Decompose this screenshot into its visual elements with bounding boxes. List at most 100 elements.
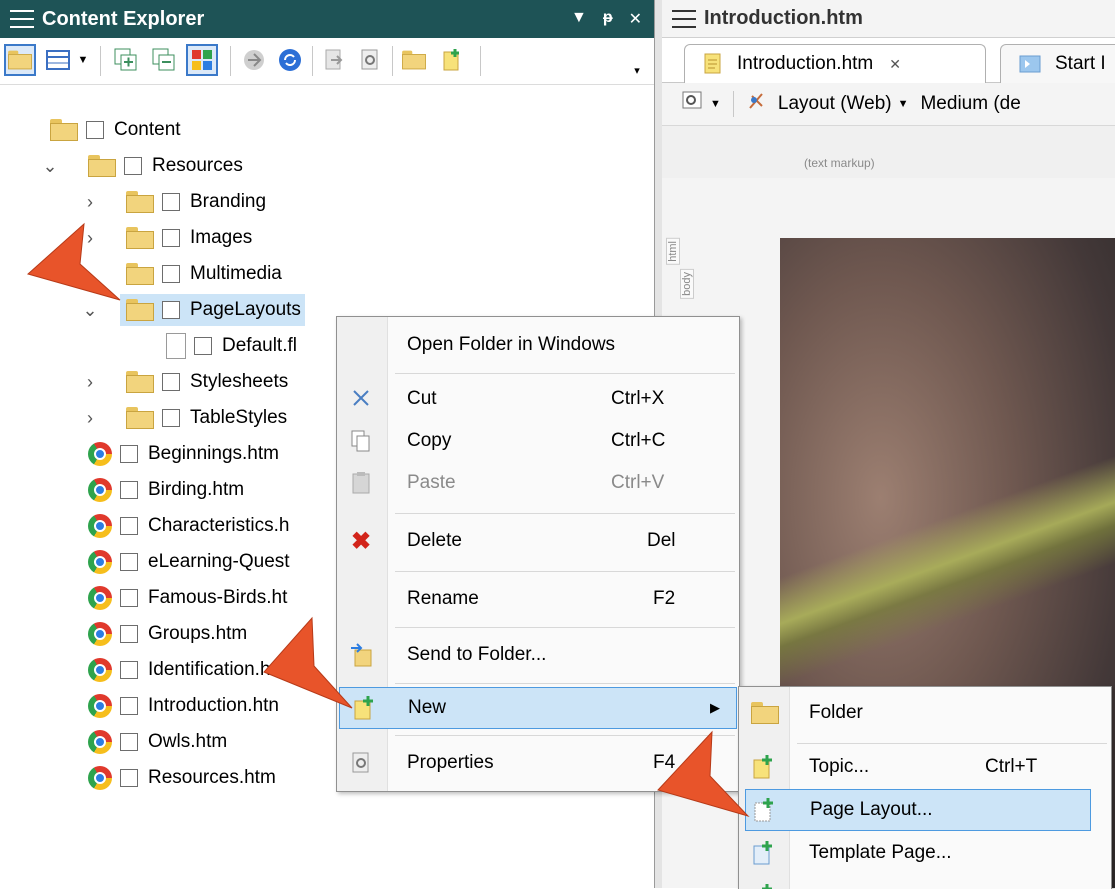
checkbox[interactable] <box>124 157 142 175</box>
tree-item-resources-htm[interactable]: Resources.htm <box>88 760 276 796</box>
structure-bar[interactable]: html body <box>666 238 694 299</box>
checkbox[interactable] <box>162 409 180 427</box>
new-topic-button[interactable] <box>438 46 466 74</box>
checkbox[interactable] <box>162 229 180 247</box>
submenu-item-partial[interactable] <box>739 877 1111 889</box>
sync-button[interactable] <box>276 46 304 74</box>
tree-item-default-fl[interactable]: Default.fl <box>166 328 297 364</box>
checkbox[interactable] <box>194 337 212 355</box>
menu-item-rename[interactable]: Rename F2 <box>337 579 739 619</box>
tree-item-branding[interactable]: › Branding <box>80 184 266 220</box>
tree-item-identification[interactable]: Identification.ht <box>88 652 276 688</box>
menu-item-paste[interactable]: Paste Ctrl+V <box>337 463 739 503</box>
tree-item-owls[interactable]: Owls.htm <box>88 724 227 760</box>
new-folder-icon <box>751 701 779 725</box>
view-dropdown-button[interactable]: ▼ <box>76 46 90 74</box>
tree-item-label: Content <box>114 119 181 140</box>
chrome-icon <box>88 766 112 790</box>
dropdown-arrow-icon[interactable]: ▼ <box>571 9 587 29</box>
menu-item-cut[interactable]: Cut Ctrl+X <box>337 379 739 419</box>
callout-arrow-page-layout <box>657 730 750 817</box>
menu-item-open-folder[interactable]: Open Folder in Windows <box>337 325 739 365</box>
menu-item-delete[interactable]: ✖ Delete Del <box>337 521 739 561</box>
body-tag-label[interactable]: body <box>680 268 694 299</box>
checkbox[interactable] <box>162 373 180 391</box>
tab-close-icon[interactable]: ✕ <box>889 56 901 73</box>
tree-item-label: Identification.ht <box>148 659 276 680</box>
hamburger-menu-icon[interactable] <box>672 9 696 28</box>
grid-icon <box>192 50 212 70</box>
new-page-layout-icon <box>752 798 776 822</box>
new-folder-button[interactable] <box>400 46 428 74</box>
tree-item-characteristics[interactable]: Characteristics.h <box>88 508 290 544</box>
chrome-icon <box>88 586 112 610</box>
folder-view-button[interactable] <box>4 44 36 76</box>
tree-item-introduction[interactable]: Introduction.htn <box>88 688 279 724</box>
chevron-right-icon[interactable]: › <box>80 192 100 213</box>
hamburger-menu-icon[interactable] <box>10 10 34 28</box>
tree-item-resources[interactable]: ⌄ Resources <box>40 148 243 184</box>
layout-icon <box>746 90 768 118</box>
tree-item-stylesheets[interactable]: › Stylesheets <box>80 364 288 400</box>
checkbox[interactable] <box>120 445 138 463</box>
chevron-right-icon[interactable]: › <box>80 372 100 393</box>
color-grid-button[interactable] <box>186 44 218 76</box>
checkbox[interactable] <box>120 733 138 751</box>
checkbox[interactable] <box>162 301 180 319</box>
tree-item-label: Introduction.htn <box>148 695 279 716</box>
tab-start[interactable]: Start I <box>1000 44 1115 83</box>
menu-item-send-to-folder[interactable]: Send to Folder... <box>337 635 739 675</box>
checkbox[interactable] <box>120 697 138 715</box>
checkbox[interactable] <box>120 481 138 499</box>
checkbox[interactable] <box>162 265 180 283</box>
bind-button[interactable] <box>240 46 268 74</box>
collapse-all-button[interactable] <box>150 46 178 74</box>
chevron-down-icon[interactable]: ▼ <box>710 98 721 110</box>
layout-dropdown[interactable]: Layout (Web) <box>778 93 892 115</box>
pin-icon[interactable]: ᵽ <box>603 9 613 29</box>
preview-button[interactable] <box>682 90 704 118</box>
table-view-button[interactable] <box>44 46 72 74</box>
properties-toolbar-button[interactable] <box>356 46 384 74</box>
chevron-down-icon[interactable]: ▼ <box>898 98 909 110</box>
tree-item-label: Birding.htm <box>148 479 245 500</box>
checkbox[interactable] <box>120 589 138 607</box>
tree-item-label: Famous-Birds.ht <box>148 587 288 608</box>
checkbox[interactable] <box>120 517 138 535</box>
chevron-down-icon[interactable]: ⌄ <box>40 156 60 177</box>
expand-all-button[interactable] <box>112 46 140 74</box>
tree-item-beginnings[interactable]: Beginnings.htm <box>88 436 279 472</box>
menu-item-shortcut: Ctrl+X <box>611 388 665 409</box>
menu-item-new[interactable]: New ▶ <box>339 687 737 729</box>
submenu-item-page-layout[interactable]: Page Layout... <box>745 789 1091 831</box>
submenu-item-topic[interactable]: Topic... Ctrl+T <box>739 747 1111 787</box>
send-file-button[interactable] <box>320 46 348 74</box>
menu-item-copy[interactable]: Copy Ctrl+C <box>337 421 739 461</box>
chrome-icon <box>88 694 112 718</box>
checkbox[interactable] <box>86 121 104 139</box>
tree-item-famous-birds[interactable]: Famous-Birds.ht <box>88 580 287 616</box>
new-template-icon <box>751 841 775 865</box>
html-tag-label[interactable]: html <box>666 238 680 265</box>
tab-introduction[interactable]: Introduction.htm ✕ <box>684 44 986 83</box>
checkbox[interactable] <box>120 625 138 643</box>
tree-item-content[interactable]: Content <box>50 112 181 148</box>
tree-item-birding[interactable]: Birding.htm <box>88 472 244 508</box>
tree-item-tablestyles[interactable]: › TableStyles <box>80 400 287 436</box>
checkbox[interactable] <box>120 553 138 571</box>
checkbox[interactable] <box>120 769 138 787</box>
delete-icon: ✖ <box>350 527 372 555</box>
checkbox[interactable] <box>120 661 138 679</box>
checkbox[interactable] <box>162 193 180 211</box>
chevron-right-icon[interactable]: › <box>80 408 100 429</box>
editor-toolbar: ▼ Layout (Web) ▼ Medium (de <box>662 83 1115 126</box>
chevron-down-icon: ▼ <box>77 54 89 66</box>
close-icon[interactable]: ✕ <box>629 9 642 29</box>
submenu-item-folder[interactable]: Folder <box>739 693 1111 733</box>
toolbar-overflow-button[interactable]: ▾ <box>630 56 644 84</box>
medium-dropdown[interactable]: Medium (de <box>920 93 1020 115</box>
menu-item-shortcut: F2 <box>653 588 676 609</box>
tree-item-elearning[interactable]: eLearning-Quest <box>88 544 290 580</box>
tree-item-groups[interactable]: Groups.htm <box>88 616 247 652</box>
submenu-item-template-page[interactable]: Template Page... <box>739 833 1111 873</box>
